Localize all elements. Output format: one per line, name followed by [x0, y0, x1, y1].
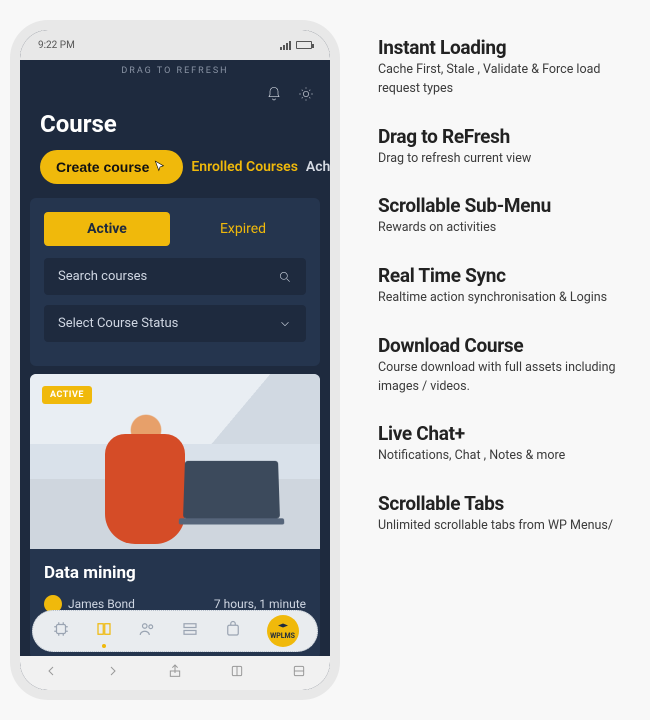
feature-desc: Cache First, Stale , Validate & Force lo… [378, 61, 630, 99]
logo-text: WPLMS [270, 633, 295, 640]
achievements-tab[interactable]: Achieve [306, 159, 330, 175]
status-bar: 9:22 PM [20, 30, 330, 60]
feature-title: Scrollable Tabs [378, 492, 630, 515]
feature-title: Scrollable Sub-Menu [378, 194, 630, 217]
phone-frame: 9:22 PM DRAG TO REFRESH Course Create c [10, 20, 340, 700]
course-duration: 7 hours, 1 minute [214, 597, 306, 611]
feature-title: Live Chat+ [378, 422, 630, 445]
feature-item: Instant Loading Cache First, Stale , Val… [378, 36, 630, 99]
select-status-dropdown[interactable]: Select Course Status [44, 305, 306, 342]
bottom-nav: WPLMS [32, 610, 318, 652]
signal-icon [280, 41, 291, 50]
status-indicators [280, 41, 312, 50]
search-icon [278, 270, 292, 284]
feature-title: Instant Loading [378, 36, 630, 59]
nav-grid-icon[interactable] [181, 620, 199, 642]
nav-bag-icon[interactable] [224, 620, 242, 642]
segment-expired[interactable]: Expired [180, 212, 306, 246]
status-badge: ACTIVE [42, 386, 92, 404]
feature-desc: Notifications, Chat , Notes & more [378, 447, 630, 466]
feature-desc: Drag to refresh current view [378, 150, 630, 169]
phone-column: 9:22 PM DRAG TO REFRESH Course Create c [0, 0, 350, 720]
feature-item: Download Course Course download with ful… [378, 334, 630, 397]
menu-icon[interactable] [291, 663, 307, 683]
feature-item: Real Time Sync Realtime action synchroni… [378, 264, 630, 308]
logo-icon [277, 623, 289, 633]
status-time: 9:22 PM [38, 40, 75, 51]
nav-chip-icon[interactable] [52, 620, 70, 642]
feature-desc: Realtime action synchronisation & Logins [378, 289, 630, 308]
create-course-label: Create course [56, 159, 149, 175]
tabs-icon[interactable] [229, 663, 245, 683]
segment-active[interactable]: Active [44, 212, 170, 246]
cursor-icon [153, 160, 167, 174]
share-icon[interactable] [167, 663, 183, 683]
nav-people-icon[interactable] [138, 620, 156, 642]
browser-toolbar [20, 656, 330, 690]
feature-item: Scrollable Tabs Unlimited scrollable tab… [378, 492, 630, 536]
feature-desc: Course download with full assets includi… [378, 359, 630, 397]
select-status-label: Select Course Status [58, 316, 178, 331]
course-tabs[interactable]: Create course Enrolled Courses Achieve [20, 150, 330, 198]
theme-icon[interactable] [298, 86, 314, 106]
bell-icon[interactable] [266, 86, 282, 106]
course-title: Data mining [44, 563, 306, 583]
chevron-down-icon [278, 317, 292, 331]
feature-desc: Rewards on activities [378, 219, 630, 238]
status-segments: Active Expired [44, 212, 306, 246]
create-course-button[interactable]: Create course [40, 150, 183, 184]
logo-badge[interactable]: WPLMS [267, 615, 299, 647]
feature-item: Drag to ReFresh Drag to refresh current … [378, 125, 630, 169]
nav-book-icon[interactable] [95, 620, 113, 642]
back-icon[interactable] [43, 663, 59, 683]
course-thumbnail: ACTIVE [30, 374, 320, 549]
feature-title: Download Course [378, 334, 630, 357]
search-placeholder: Search courses [58, 269, 147, 284]
feature-desc: Unlimited scrollable tabs from WP Menus/ [378, 517, 630, 536]
content-panel: Active Expired Search courses Select Cou… [30, 198, 320, 366]
features-column: Instant Loading Cache First, Stale , Val… [350, 0, 650, 720]
forward-icon[interactable] [105, 663, 121, 683]
drag-to-refresh-label: DRAG TO REFRESH [20, 60, 330, 86]
enrolled-courses-tab[interactable]: Enrolled Courses [191, 159, 298, 175]
search-input[interactable]: Search courses [44, 258, 306, 295]
author-name: James Bond [68, 597, 135, 611]
page-title: Course [20, 110, 330, 150]
feature-title: Drag to ReFresh [378, 125, 630, 148]
header-actions [20, 86, 330, 110]
feature-item: Live Chat+ Notifications, Chat , Notes &… [378, 422, 630, 466]
battery-icon [296, 41, 312, 49]
feature-title: Real Time Sync [378, 264, 630, 287]
phone-screen: 9:22 PM DRAG TO REFRESH Course Create c [20, 30, 330, 690]
feature-item: Scrollable Sub-Menu Rewards on activitie… [378, 194, 630, 238]
